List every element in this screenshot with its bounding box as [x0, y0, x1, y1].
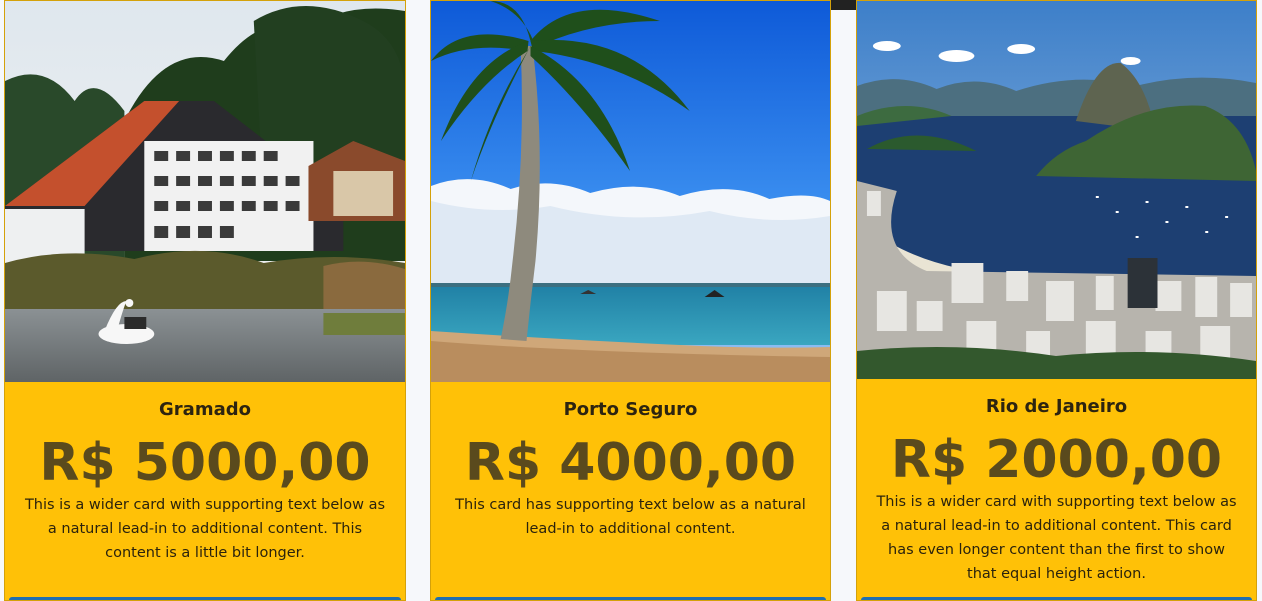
card-price: R$ 2000,00 [890, 430, 1223, 490]
card-text: This is a wider card with supporting tex… [24, 497, 386, 561]
card-price: R$ 4000,00 [464, 433, 797, 493]
gramado-image-icon [5, 1, 405, 382]
card-button[interactable] [435, 597, 826, 600]
destination-card-porto-seguro: Porto Seguro R$ 4000,00 This card has su… [430, 0, 831, 601]
card-button[interactable] [9, 597, 401, 600]
rio-de-janeiro-photo [857, 1, 1256, 379]
rio-sugarloaf-image-icon [857, 1, 1256, 379]
card-text: This card has supporting text below as a… [455, 497, 806, 537]
card-text: This is a wider card with supporting tex… [876, 494, 1237, 582]
card-title: Porto Seguro [563, 399, 698, 420]
card-title: Gramado [159, 399, 251, 420]
card-title: Rio de Janeiro [985, 396, 1128, 417]
card-button[interactable] [861, 597, 1252, 600]
card-price: R$ 5000,00 [39, 433, 371, 493]
destination-card-rio-de-janeiro: Rio de Janeiro R$ 2000,00 This is a wide… [856, 0, 1257, 601]
beach-palm-tree-image-icon [431, 1, 830, 382]
destination-card-gramado: Gramado R$ 5000,00 This is a wider card … [4, 0, 406, 601]
porto-seguro-photo [431, 1, 830, 382]
gramado-photo [5, 1, 405, 382]
